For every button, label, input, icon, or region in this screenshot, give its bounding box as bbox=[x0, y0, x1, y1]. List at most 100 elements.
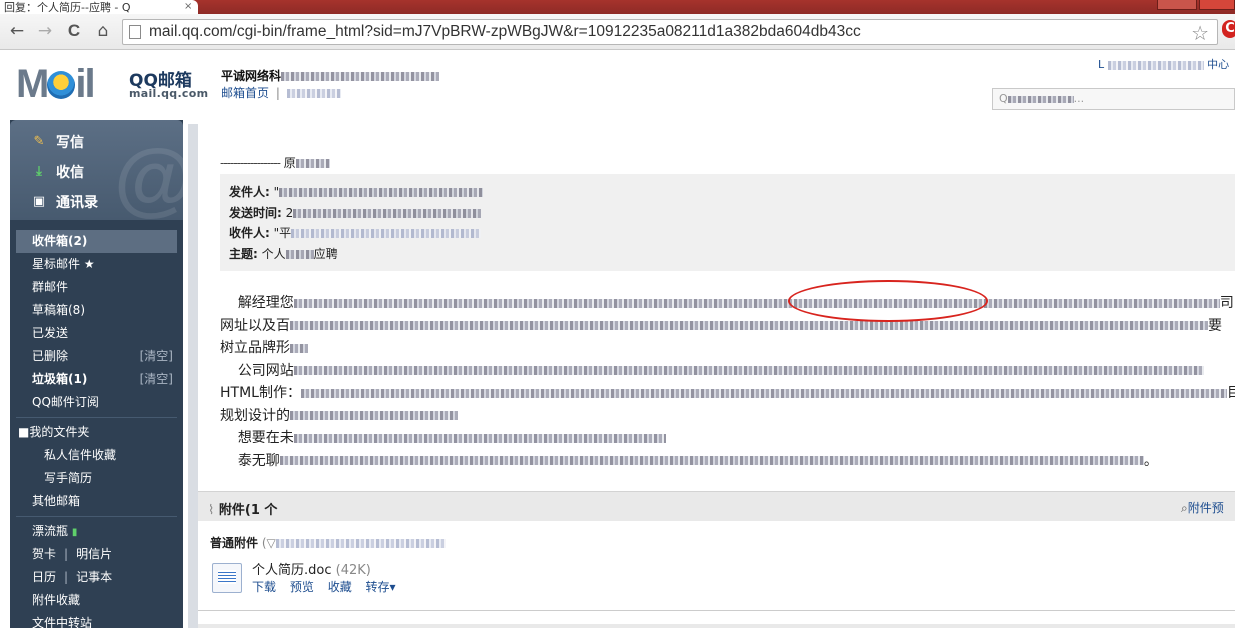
logo-il: il bbox=[75, 62, 95, 106]
logo-o-icon bbox=[47, 71, 76, 99]
folder-group-mail[interactable]: 群邮件 bbox=[16, 276, 177, 299]
para-text: 解经理您 bbox=[237, 295, 294, 311]
reload-icon[interactable]: C bbox=[63, 20, 85, 42]
para-text-end: 司 bbox=[1219, 295, 1234, 311]
folder-label: 写手简历 bbox=[44, 471, 93, 485]
redacted-text bbox=[295, 159, 330, 168]
qq-mail-logo[interactable]: Mil bbox=[16, 62, 96, 107]
mail-search-input[interactable]: Q... bbox=[992, 88, 1235, 110]
browser-toolbar: ← → C ⌂ mail.qq.com/cgi-bin/frame_html?s… bbox=[0, 14, 1235, 50]
file-transfer-link[interactable]: 文件中转站 bbox=[16, 612, 177, 635]
top-right-link-end[interactable]: 中心 bbox=[1207, 58, 1229, 71]
divider bbox=[16, 516, 177, 517]
divider bbox=[16, 417, 177, 418]
postcard-link[interactable]: 明信片 bbox=[76, 547, 112, 561]
folder-label: 垃圾箱(1) bbox=[32, 372, 88, 386]
redacted-text bbox=[279, 456, 1144, 465]
folder-starred[interactable]: 星标邮件 ★ bbox=[16, 253, 177, 276]
subject-value-end: 应聘 bbox=[313, 247, 338, 261]
highlight-circle bbox=[788, 280, 988, 322]
calendar-link[interactable]: 日历 bbox=[32, 570, 56, 584]
para-text: 公司网站 bbox=[237, 362, 294, 379]
window-maximize-button[interactable] bbox=[1157, 0, 1197, 10]
redacted-to bbox=[291, 229, 482, 238]
preview-attachments-link[interactable]: ⌕附件预 bbox=[1181, 499, 1224, 516]
header-links: 邮箱首页 | bbox=[221, 84, 341, 101]
back-icon[interactable]: ← bbox=[6, 20, 28, 42]
folder-deleted[interactable]: 已删除 [清空] bbox=[16, 345, 177, 368]
logo-domain: mail.qq.com bbox=[129, 87, 209, 100]
redacted-links[interactable] bbox=[1107, 60, 1204, 70]
contacts-button[interactable]: ▣ 通讯录 bbox=[30, 192, 98, 212]
tab-title: 回复：个人简历--应聘 - Q bbox=[4, 1, 131, 14]
folder-drafts[interactable]: 草稿箱(8) bbox=[16, 299, 177, 322]
forward-icon[interactable]: → bbox=[34, 20, 56, 42]
extension-icon[interactable]: C bbox=[1222, 20, 1235, 38]
para-text-end: 要 bbox=[1208, 317, 1222, 334]
para-text: 树立品牌形 bbox=[220, 340, 290, 356]
greeting-card-link[interactable]: 贺卡 bbox=[32, 547, 56, 561]
url-text: mail.qq.com/cgi-bin/frame_html?sid=mJ7Vp… bbox=[149, 23, 861, 40]
folder-label: 附件收藏 bbox=[32, 593, 81, 607]
to-label: 收件人: bbox=[229, 226, 270, 240]
folder-label: QQ邮件订阅 bbox=[32, 395, 99, 409]
empty-spam-link[interactable]: [清空] bbox=[140, 368, 173, 391]
body-paragraph: 网址以及百 要 bbox=[220, 315, 1235, 338]
sent-value: 2 bbox=[285, 206, 294, 220]
folder-subscriptions[interactable]: QQ邮件订阅 bbox=[16, 391, 177, 414]
folder-sent[interactable]: 已发送 bbox=[16, 322, 177, 345]
bookmark-star-icon[interactable]: ☆ bbox=[1191, 21, 1209, 45]
redacted-text bbox=[290, 411, 458, 420]
body-paragraph: 公司网站 bbox=[220, 360, 1235, 383]
user-name-text: 平诚网络科 bbox=[221, 69, 282, 83]
save-favorite-link[interactable]: 收藏 bbox=[328, 580, 352, 594]
left-sidebar: @ ✎ 写信 ⤓ 收信 ▣ 通讯录 收件箱(2) 星标邮件 ★ 群邮件 草稿箱(… bbox=[10, 120, 183, 630]
address-bar[interactable]: mail.qq.com/cgi-bin/frame_html?sid=mJ7Vp… bbox=[122, 19, 1218, 45]
browser-tab[interactable]: 回复：个人简历--应聘 - Q × bbox=[0, 0, 198, 14]
mail-home-link[interactable]: 邮箱首页 bbox=[221, 86, 269, 100]
download-link[interactable]: 下载 bbox=[252, 580, 276, 594]
window-close-button[interactable] bbox=[1199, 0, 1235, 10]
sent-label: 发送时间: bbox=[229, 206, 282, 220]
subject-row: 主题: 个人 应聘 bbox=[229, 245, 338, 262]
receive-button[interactable]: ⤓ 收信 bbox=[30, 162, 84, 182]
sent-time-row: 发送时间: 2 bbox=[229, 204, 482, 221]
other-mailboxes[interactable]: 其他邮箱 bbox=[16, 490, 177, 513]
search-ellipsis: ... bbox=[1073, 92, 1085, 105]
folder-inbox[interactable]: 收件箱(2) bbox=[16, 230, 177, 253]
transfer-link[interactable]: 转存▾ bbox=[366, 580, 396, 594]
redacted-text bbox=[293, 298, 1220, 308]
folder-label: 星标邮件 ★ bbox=[32, 257, 95, 271]
redacted-link[interactable] bbox=[286, 89, 341, 98]
redacted-text bbox=[293, 366, 1204, 375]
top-right-link-start[interactable]: L bbox=[1098, 58, 1104, 71]
preview-link[interactable]: 预览 bbox=[290, 580, 314, 594]
notebook-link[interactable]: 记事本 bbox=[76, 570, 112, 584]
calendar-links: 日历 | 记事本 bbox=[16, 566, 177, 589]
compose-button[interactable]: ✎ 写信 bbox=[30, 132, 84, 152]
body-paragraph: 泰无聊 。 bbox=[220, 450, 1235, 473]
at-watermark-icon: @ bbox=[114, 138, 183, 220]
folder-private-letters[interactable]: 私人信件收藏 bbox=[16, 444, 177, 467]
folder-label: 收件箱(2) bbox=[32, 234, 88, 248]
attachments-count: 附件(1 个 bbox=[218, 503, 278, 518]
folder-writer-resumes[interactable]: 写手简历 bbox=[16, 467, 177, 490]
attachment-file[interactable]: 个人简历.doc (42K) bbox=[252, 559, 371, 578]
home-icon[interactable]: ⌂ bbox=[92, 20, 114, 42]
folder-spam[interactable]: 垃圾箱(1) [清空] bbox=[16, 368, 177, 391]
my-folders-toggle[interactable]: ■我的文件夹 bbox=[16, 421, 177, 444]
divider bbox=[198, 624, 1235, 628]
folder-label: 私人信件收藏 bbox=[44, 448, 117, 462]
attachment-favorites-link[interactable]: 附件收藏 bbox=[16, 589, 177, 612]
preview-label: 附件预 bbox=[1187, 501, 1224, 515]
attachments-list: 普通附件 (▽ 个人简历.doc (42K) 下载 预览 收藏 转存▾ bbox=[198, 521, 1235, 611]
folder-label: 已删除 bbox=[32, 349, 69, 363]
original-headers-box: 发件人: " 发送时间: 2 收件人: "平 主题: 个人 应聘 bbox=[220, 174, 1235, 271]
tab-close-icon[interactable]: × bbox=[184, 1, 192, 12]
folder-label: 群邮件 bbox=[32, 280, 69, 294]
download-icon: ⤓ bbox=[36, 164, 42, 179]
para-text: 泰无聊 bbox=[237, 452, 280, 469]
empty-deleted-link[interactable]: [清空] bbox=[140, 345, 173, 368]
drift-bottle-link[interactable]: 漂流瓶 ▮ bbox=[16, 520, 177, 543]
word-doc-icon[interactable] bbox=[212, 563, 242, 593]
